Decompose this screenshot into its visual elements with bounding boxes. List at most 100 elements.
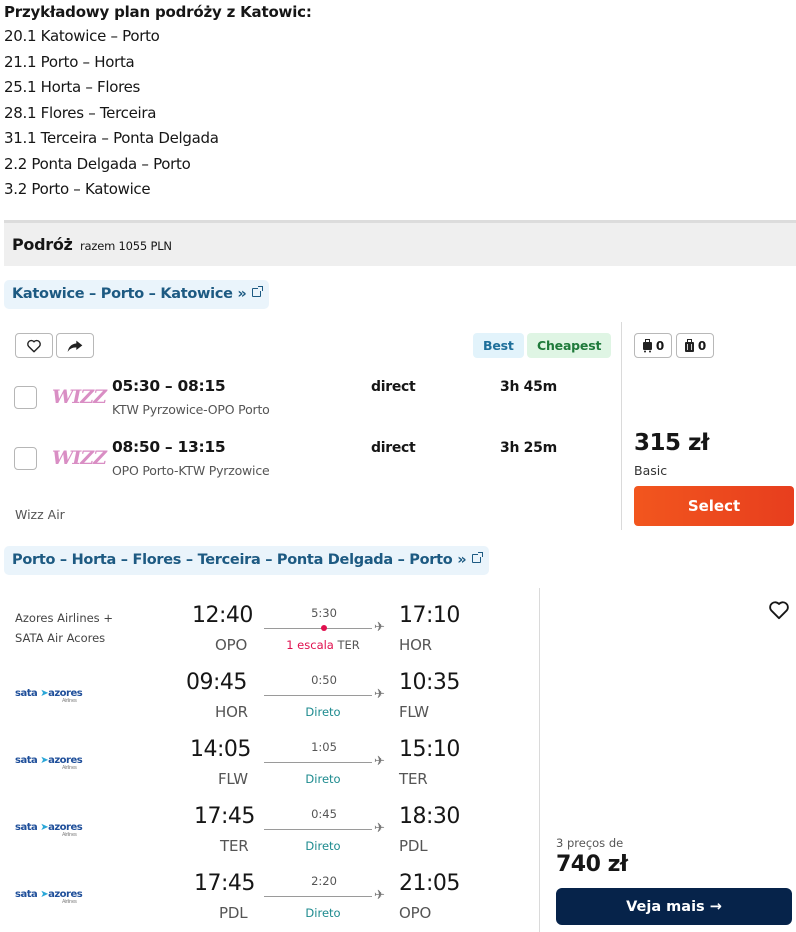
- departure-airport: FLW: [218, 770, 248, 788]
- plane-icon: ✈: [374, 687, 385, 702]
- flight-times: 08:50 – 13:15: [112, 438, 226, 456]
- leg-stops: Direto: [305, 906, 341, 920]
- leg-duration: 2:20: [311, 874, 337, 888]
- sata-azores-logo: sata ➤azores Airlines: [15, 889, 83, 905]
- logo-subtext: Airlines: [62, 832, 77, 838]
- sata-azores-logo: sata ➤azores Airlines: [15, 688, 83, 704]
- logo-subtext: Airlines: [62, 899, 77, 905]
- price: 315 zł: [634, 430, 709, 456]
- itinerary-line: 21.1 Porto – Horta: [4, 52, 135, 71]
- itinerary-block: Przykładowy plan podróży z Katowic: 20.1…: [4, 2, 784, 203]
- route-link-label: Katowice – Porto – Katowice »: [12, 286, 247, 302]
- arrival-time: 21:05: [399, 871, 460, 896]
- departure-time: 14:05: [190, 737, 251, 762]
- leg-stops: 1 escala TER: [258, 638, 388, 652]
- leg-duration: 5:30: [311, 606, 337, 620]
- share-button[interactable]: [56, 333, 94, 358]
- card-divider: [539, 588, 540, 932]
- trip-summary-bar: Podróż razem 1055 PLN: [4, 220, 796, 266]
- cabin-bag-count: 0: [634, 333, 672, 358]
- flight-checkbox[interactable]: [14, 447, 37, 470]
- price-count: 3 preços de: [556, 836, 624, 850]
- logo-text: sata: [15, 822, 38, 833]
- carrier-line: SATA Air Acores: [15, 631, 106, 645]
- heart-icon: [27, 339, 41, 352]
- leg-duration: 0:50: [311, 673, 337, 687]
- arrival-airport: PDL: [399, 837, 428, 855]
- carrier-line: Azores Airlines +: [15, 611, 113, 625]
- arrival-airport: FLW: [399, 703, 429, 721]
- leg-duration: 1:05: [311, 740, 337, 754]
- itinerary-line: 3.2 Porto – Katowice: [4, 180, 151, 198]
- stop-dot: [321, 625, 327, 631]
- heart-icon: [769, 601, 789, 620]
- see-more-button[interactable]: Veja mais →: [556, 888, 792, 925]
- flight-airports: KTW Pyrzowice-OPO Porto: [112, 402, 270, 417]
- departure-time: 17:45: [194, 871, 255, 896]
- flight-stops: direct: [371, 440, 416, 456]
- itinerary-heading: Przykładowy plan podróży z Katowic:: [4, 3, 312, 21]
- leg-line: [264, 829, 372, 830]
- leg-line: [264, 628, 372, 629]
- departure-time: 12:40: [192, 603, 253, 628]
- plane-icon: ✈: [374, 821, 385, 836]
- route-link-label: Porto – Horta – Flores – Terceira – Pont…: [12, 552, 467, 568]
- sata-azores-logo: sata ➤azores Airlines: [15, 755, 83, 771]
- trip-total: razem 1055 PLN: [80, 239, 172, 253]
- departure-airport: TER: [220, 837, 249, 855]
- route-link-azores[interactable]: Porto – Horta – Flores – Terceira – Pont…: [4, 546, 490, 575]
- cheapest-badge: Cheapest: [527, 333, 612, 358]
- arrival-time: 15:10: [399, 737, 460, 762]
- departure-time: 09:45: [186, 670, 247, 695]
- favorite-button[interactable]: [15, 333, 53, 358]
- itinerary-line: 2.2 Ponta Delgada – Porto: [4, 154, 191, 173]
- card-divider: [621, 322, 622, 530]
- fare-type: Basic: [634, 463, 668, 478]
- leg-carrier: Azores Airlines + SATA Air Acores: [15, 608, 113, 648]
- itinerary-line: 28.1 Flores – Terceira: [4, 103, 157, 122]
- route-link-katowice-porto[interactable]: Katowice – Porto – Katowice »: [4, 280, 270, 309]
- best-badge: Best: [473, 333, 524, 358]
- leg-stops: Direto: [305, 772, 341, 786]
- leg-stops: Direto: [305, 839, 341, 853]
- share-arrow-icon: [67, 340, 83, 352]
- arrival-airport: HOR: [399, 636, 432, 654]
- flight-airports: OPO Porto-KTW Pyrzowice: [112, 463, 270, 478]
- select-button[interactable]: Select: [634, 486, 794, 526]
- flight-duration: 3h 45m: [500, 379, 557, 395]
- logo-subtext: Airlines: [62, 698, 77, 704]
- cabin-bag-number: 0: [655, 338, 665, 353]
- cabin-bag-icon: [642, 338, 652, 352]
- logo-text: sata: [15, 889, 38, 900]
- trip-title: Podróż: [12, 235, 73, 254]
- logo-text: sata: [15, 755, 38, 766]
- plane-icon: ✈: [374, 888, 385, 903]
- arrival-time: 17:10: [399, 603, 460, 628]
- arrival-airport: TER: [399, 770, 428, 788]
- itinerary-line: 31.1 Terceira – Ponta Delgada: [4, 129, 219, 147]
- logo-text: sata: [15, 688, 38, 699]
- flight-stops: direct: [371, 379, 416, 395]
- checked-bag-count: 0: [676, 333, 714, 358]
- departure-airport: PDL: [219, 904, 248, 922]
- departure-time: 17:45: [194, 804, 255, 829]
- stop-count: 1 escala: [286, 638, 334, 652]
- departure-airport: OPO: [215, 636, 248, 654]
- plane-icon: ✈: [374, 620, 385, 635]
- flight-checkbox[interactable]: [14, 386, 37, 409]
- flight-times: 05:30 – 08:15: [112, 377, 226, 395]
- departure-airport: HOR: [215, 703, 248, 721]
- wizz-air-logo: WIZZ: [52, 447, 107, 469]
- flight-duration: 3h 25m: [500, 440, 557, 456]
- wizz-air-logo: WIZZ: [52, 386, 107, 408]
- leg-line: [264, 695, 372, 696]
- itinerary-line: 20.1 Katowice – Porto: [4, 27, 160, 45]
- arrival-time: 18:30: [399, 804, 460, 829]
- leg-line: [264, 762, 372, 763]
- favorite-button[interactable]: [768, 600, 790, 624]
- plane-icon: ✈: [374, 754, 385, 769]
- leg-line: [264, 896, 372, 897]
- stop-airport: TER: [337, 638, 360, 652]
- external-link-icon: [252, 286, 264, 297]
- price: 740 zł: [556, 852, 628, 877]
